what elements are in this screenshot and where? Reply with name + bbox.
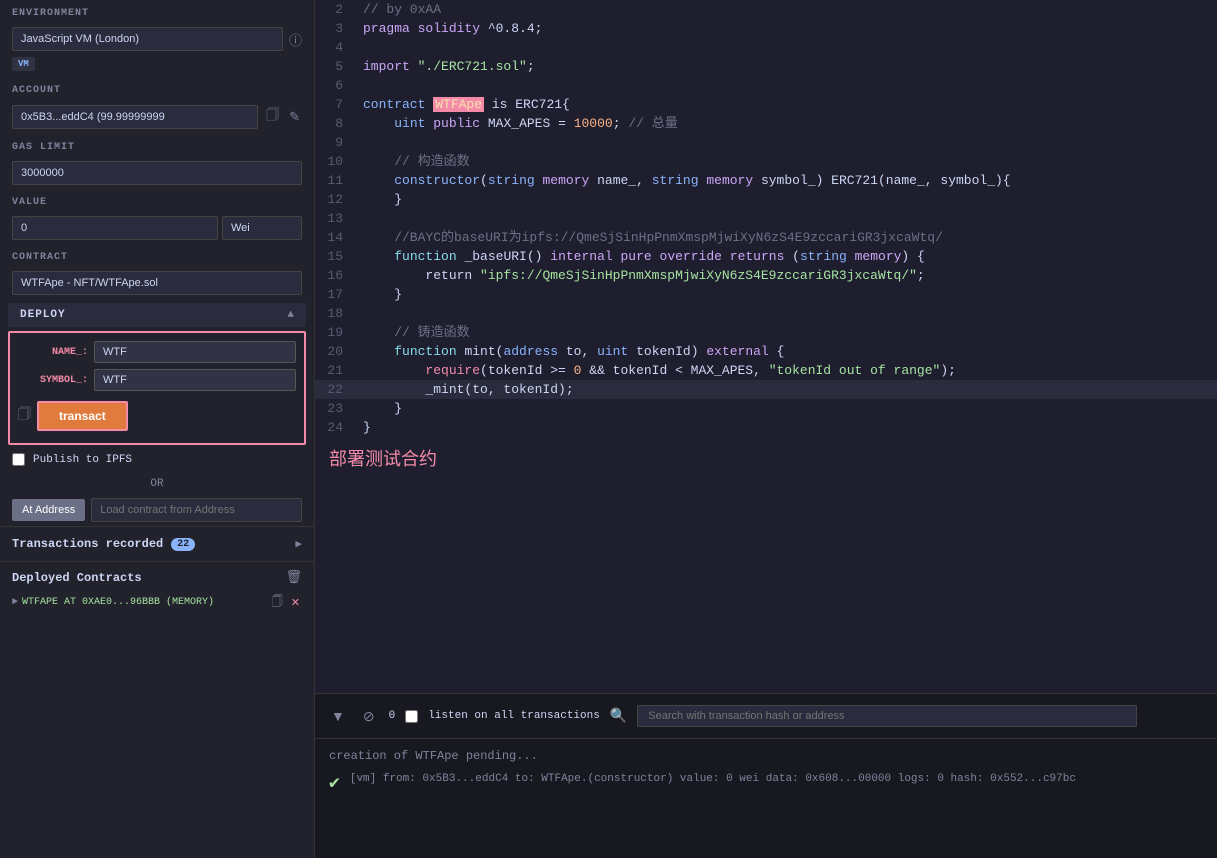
code-line-7: 7 contract WTFApe is ERC721{ — [315, 95, 1217, 114]
deployed-contracts-label: Deployed Contracts — [12, 571, 142, 585]
code-line-8: 8 uint public MAX_APES = 10000; // 总量 — [315, 114, 1217, 133]
code-line-11: 11 constructor(string memory name_, stri… — [315, 171, 1217, 190]
deploy-label: DEPLOY — [20, 309, 66, 321]
search-input[interactable] — [637, 705, 1137, 727]
deployed-contract-item: ► WTFAPE AT 0XAE0...96BBB (MEMORY) 🗍 ✕ — [12, 591, 302, 614]
code-line-21: 21 require(tokenId >= 0 && tokenId < MAX… — [315, 361, 1217, 380]
console-tx-row: ✔ [vm] from: 0x5B3...eddC4 to: WTFApe.(c… — [329, 771, 1203, 794]
account-label: ACCOUNT — [0, 77, 314, 100]
gas-limit-label: GAS LIMIT — [0, 134, 314, 157]
code-line-23: 23 } — [315, 399, 1217, 418]
console-check-icon: ✔ — [329, 772, 340, 794]
deployed-contracts-section: Deployed Contracts 🗑 ► WTFAPE AT 0XAE0..… — [0, 561, 314, 858]
at-address-button[interactable]: At Address — [12, 499, 85, 521]
console-area: creation of WTFApe pending... ✔ [vm] fro… — [315, 738, 1217, 858]
unit-select[interactable]: Wei — [222, 216, 302, 240]
code-line-4: 4 — [315, 38, 1217, 57]
transactions-count-badge: 22 — [171, 538, 195, 551]
code-line-24: 24 } — [315, 418, 1217, 437]
code-line-19: 19 // 铸造函数 — [315, 323, 1217, 342]
listen-all-label: listen on all transactions — [428, 710, 600, 722]
bottom-toolbar: ▼ ⊘ 0 listen on all transactions 🔍 — [315, 693, 1217, 738]
contract-label: CONTRACT — [0, 244, 314, 267]
copy-account-button[interactable]: 🗍 — [264, 104, 281, 130]
publish-ipfs-label: Publish to IPFS — [33, 454, 132, 466]
code-line-20: 20 function mint(address to, uint tokenI… — [315, 342, 1217, 361]
code-line-6: 6 — [315, 76, 1217, 95]
symbol-param-label: SYMBOL_: — [18, 375, 88, 386]
trash-icon[interactable]: 🗑 — [285, 570, 302, 585]
code-line-18: 18 — [315, 304, 1217, 323]
transactions-expand-icon: ▶ — [295, 537, 302, 551]
code-line-22: 22 _mint(to, tokenId); — [315, 380, 1217, 399]
chinese-annotation: 部署测试合约 — [315, 437, 1217, 479]
edit-account-button[interactable]: ✎ — [287, 107, 302, 127]
collapse-toolbar-button[interactable]: ▼ — [327, 706, 349, 726]
contract-item-chevron[interactable]: ► — [12, 597, 18, 608]
code-editor: 2 // by 0xAA 3 pragma solidity ^0.8.4; 4… — [315, 0, 1217, 693]
remove-contract-button[interactable]: ✕ — [289, 591, 302, 614]
name-param-label: NAME_: — [18, 347, 88, 358]
value-input[interactable] — [12, 216, 218, 240]
code-line-12: 12 } — [315, 190, 1217, 209]
toolbar-count: 0 — [389, 710, 396, 722]
code-line-3: 3 pragma solidity ^0.8.4; — [315, 19, 1217, 38]
contract-select[interactable]: WTFApe - NFT/WTFApe.sol — [12, 271, 302, 295]
right-panel: 2 // by 0xAA 3 pragma solidity ^0.8.4; 4… — [315, 0, 1217, 858]
console-pending-text: creation of WTFApe pending... — [329, 749, 1203, 763]
code-line-15: 15 function _baseURI() internal pure ove… — [315, 247, 1217, 266]
transactions-label: Transactions recorded — [12, 537, 163, 551]
or-divider: OR — [0, 474, 314, 494]
gas-limit-input[interactable] — [12, 161, 302, 185]
code-line-9: 9 — [315, 133, 1217, 152]
code-line-13: 13 — [315, 209, 1217, 228]
code-line-2: 2 // by 0xAA — [315, 0, 1217, 19]
deploy-header[interactable]: DEPLOY ▲ — [8, 303, 306, 327]
environment-select[interactable]: JavaScript VM (London) — [12, 27, 283, 51]
copy-contract-button[interactable]: 🗍 — [270, 591, 285, 614]
copy-deploy-button[interactable]: 🗍 — [18, 405, 31, 427]
load-contract-input[interactable] — [91, 498, 302, 522]
left-panel: ENVIRONMENT JavaScript VM (London) ⓘ VM … — [0, 0, 315, 858]
code-line-10: 10 // 构造函数 — [315, 152, 1217, 171]
transactions-bar[interactable]: Transactions recorded 22 ▶ — [0, 526, 314, 561]
code-line-5: 5 import "./ERC721.sol"; — [315, 57, 1217, 76]
clear-toolbar-button[interactable]: ⊘ — [359, 706, 379, 727]
transact-button[interactable]: transact — [37, 401, 128, 431]
value-label: VALUE — [0, 189, 314, 212]
search-icon: 🔍 — [610, 708, 627, 725]
listen-all-checkbox[interactable] — [405, 710, 418, 723]
code-line-17: 17 } — [315, 285, 1217, 304]
symbol-param-input[interactable] — [94, 369, 296, 391]
code-line-14: 14 //BAYC的baseURI为ipfs://QmeSjSinHpPnmXm… — [315, 228, 1217, 247]
name-param-input[interactable] — [94, 341, 296, 363]
info-icon[interactable]: ⓘ — [289, 30, 302, 49]
code-line-16: 16 return "ipfs://QmeSjSinHpPnmXmspMjwiX… — [315, 266, 1217, 285]
environment-label: ENVIRONMENT — [0, 0, 314, 23]
contract-item-name: WTFAPE AT 0XAE0...96BBB (MEMORY) — [22, 597, 214, 608]
publish-ipfs-checkbox[interactable] — [12, 453, 25, 466]
deploy-collapse-icon: ▲ — [287, 309, 294, 321]
vm-badge: VM — [12, 57, 35, 71]
account-select[interactable]: 0x5B3...eddC4 (99.99999999 — [12, 105, 258, 129]
deploy-form: NAME_: SYMBOL_: 🗍 transact — [8, 331, 306, 445]
console-tx-text: [vm] from: 0x5B3...eddC4 to: WTFApe.(con… — [350, 771, 1076, 788]
